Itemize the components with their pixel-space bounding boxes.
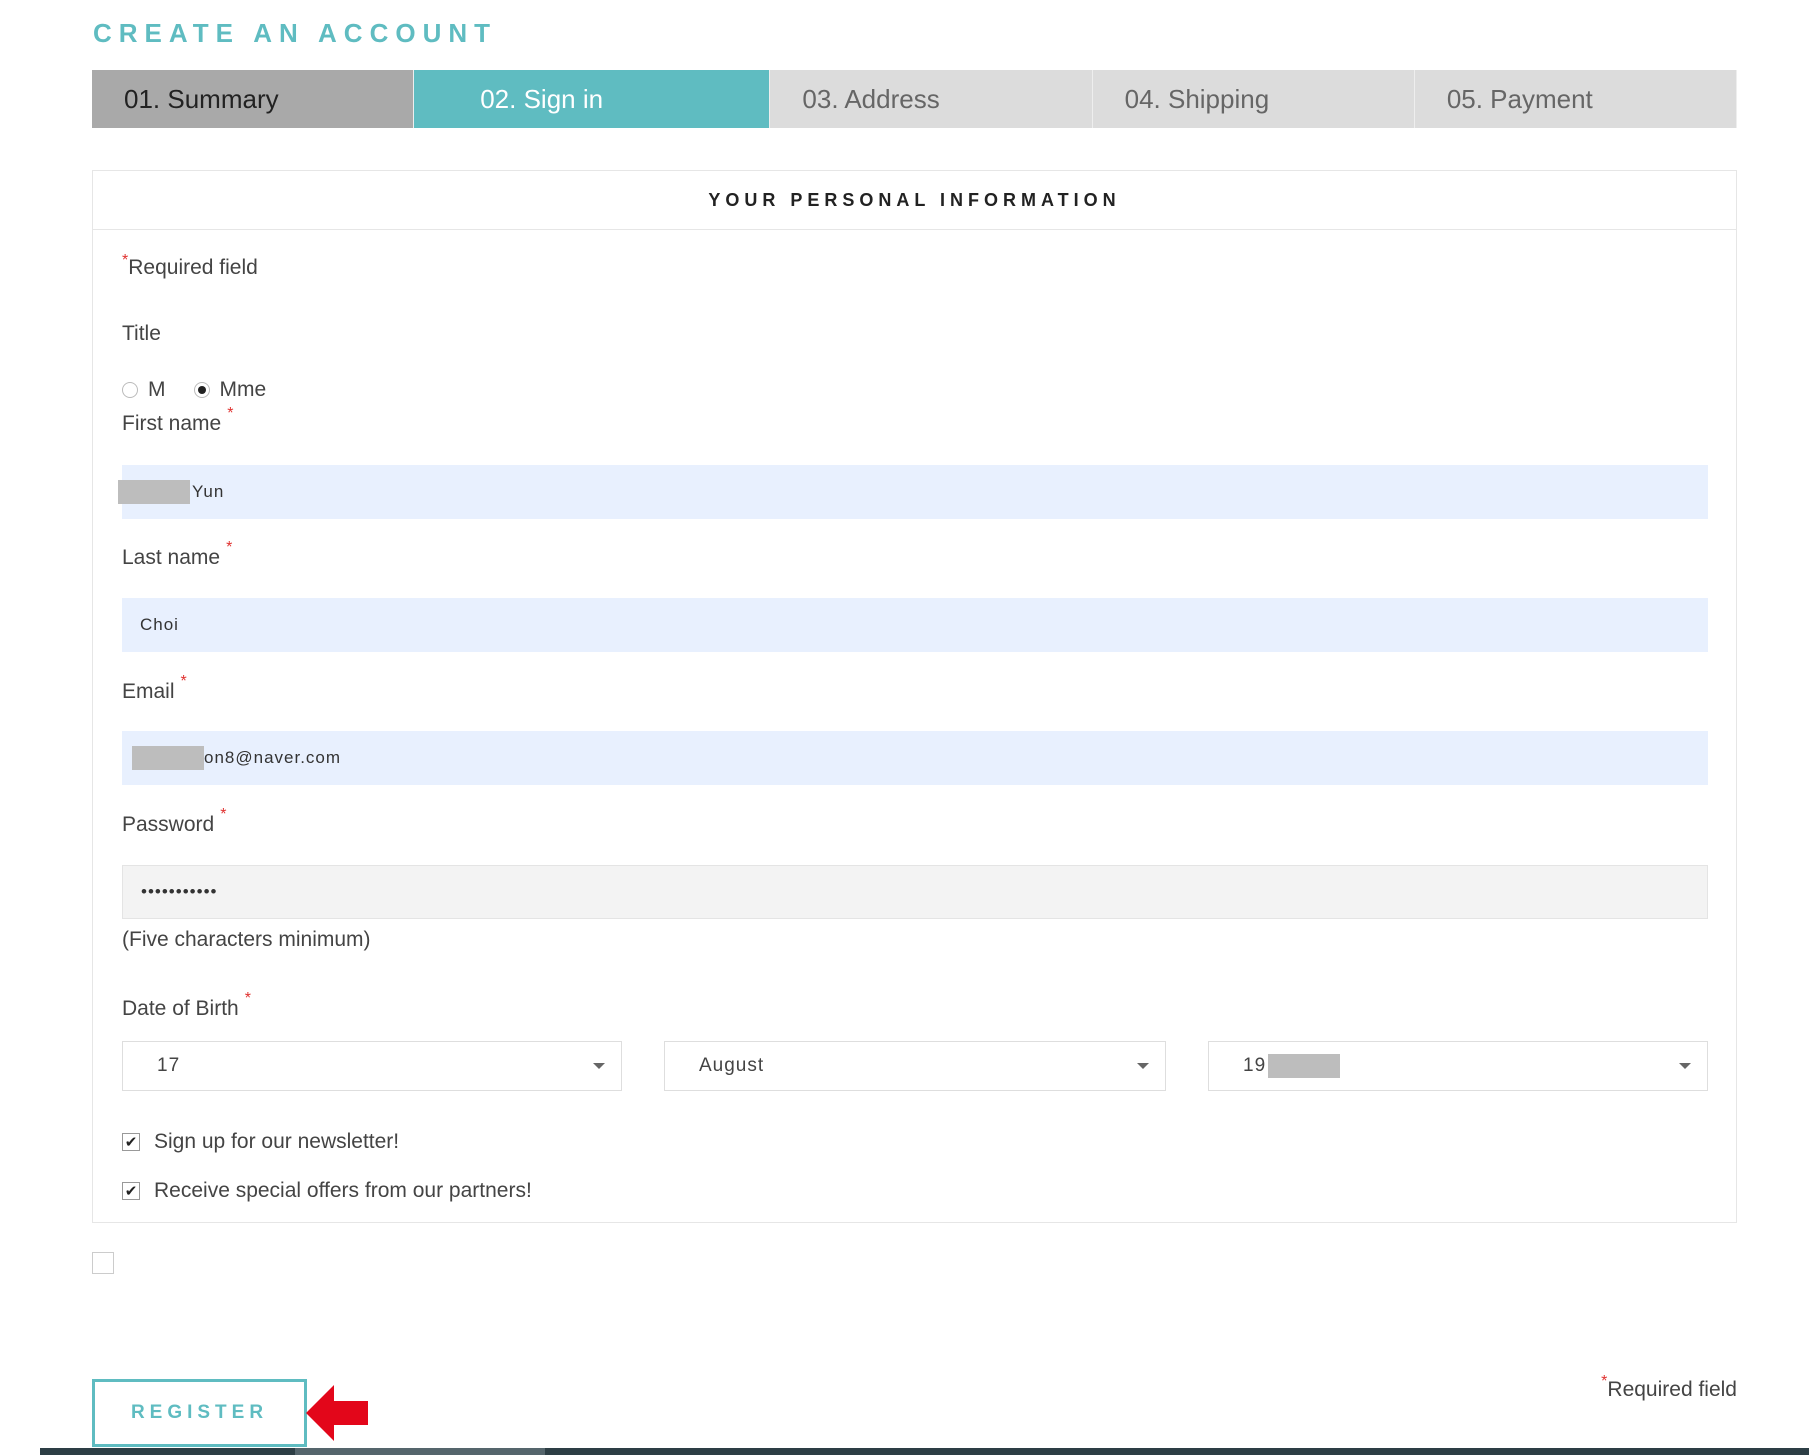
- required-star: *: [244, 990, 251, 1007]
- dob-label: Date of Birth *: [122, 990, 251, 1020]
- dob-month-select[interactable]: August: [664, 1041, 1166, 1091]
- first-name-field[interactable]: Yun: [118, 465, 1708, 519]
- step-shipping[interactable]: 04. Shipping: [1092, 70, 1415, 128]
- password-hint: (Five characters minimum): [122, 928, 371, 951]
- chevron-down-icon: [1137, 1063, 1149, 1069]
- page-title: CREATE AN ACCOUNT: [93, 18, 498, 48]
- newsletter-checkbox[interactable]: ✔: [122, 1133, 140, 1151]
- step-address[interactable]: 03. Address: [770, 70, 1093, 128]
- required-note-bottom: *Required field: [1601, 1373, 1737, 1401]
- required-note: *Required field: [122, 252, 258, 279]
- redaction-block: [118, 480, 190, 504]
- title-option-m-label: M: [148, 378, 166, 401]
- email-label: Email *: [122, 673, 187, 703]
- first-name-value: Yun: [192, 482, 225, 501]
- partners-checkbox[interactable]: ✔: [122, 1182, 140, 1200]
- arrow-left-icon: [306, 1385, 368, 1441]
- required-star: *: [226, 539, 233, 556]
- required-star: *: [122, 252, 129, 269]
- partners-row: ✔ Receive special offers from our partne…: [122, 1179, 532, 1203]
- required-star: *: [180, 673, 187, 690]
- password-value: •••••••••••: [141, 882, 218, 901]
- newsletter-row: ✔ Sign up for our newsletter!: [122, 1130, 399, 1154]
- last-name-label: Last name *: [122, 539, 233, 569]
- email-value: on8@naver.com: [204, 748, 342, 767]
- step-payment[interactable]: 05. Payment: [1414, 70, 1738, 128]
- dob-month-value: August: [699, 1055, 765, 1076]
- password-field[interactable]: •••••••••••: [122, 865, 1708, 919]
- partners-label: Receive special offers from our partners…: [154, 1179, 532, 1202]
- title-option-mme-label: Mme: [219, 378, 267, 401]
- required-star: *: [227, 405, 234, 422]
- register-button[interactable]: REGISTER: [92, 1379, 307, 1447]
- redaction-block: [1268, 1054, 1341, 1078]
- chevron-down-icon: [593, 1063, 605, 1069]
- dob-day-value: 17: [157, 1055, 181, 1076]
- dob-year-select[interactable]: 19: [1208, 1041, 1708, 1091]
- extra-checkbox[interactable]: [92, 1252, 114, 1274]
- redaction-block: [132, 746, 204, 770]
- dob-day-select[interactable]: 17: [122, 1041, 622, 1091]
- panel-heading: YOUR PERSONAL INFORMATION: [93, 171, 1736, 230]
- required-star: *: [1601, 1373, 1608, 1390]
- step-sign-in[interactable]: 02. Sign in: [414, 70, 771, 128]
- chevron-down-icon: [1679, 1063, 1691, 1069]
- dob-year-value: 19: [1243, 1055, 1267, 1076]
- title-options: M Mme: [122, 378, 266, 402]
- bottom-bar-segment: [295, 1448, 545, 1455]
- last-name-field[interactable]: Choi: [122, 598, 1708, 652]
- required-star: *: [220, 806, 227, 823]
- password-label: Password *: [122, 806, 227, 836]
- email-field[interactable]: on8@naver.com: [122, 731, 1708, 785]
- bottom-bar: [40, 1448, 1809, 1455]
- first-name-label: First name *: [122, 405, 234, 435]
- title-radio-mme[interactable]: [193, 382, 210, 398]
- title-radio-m[interactable]: [122, 382, 138, 398]
- title-label: Title: [122, 322, 161, 345]
- step-summary[interactable]: 01. Summary: [92, 70, 415, 128]
- checkout-steps: 01. Summary 02. Sign in 03. Address 04. …: [92, 70, 1738, 128]
- newsletter-label: Sign up for our newsletter!: [154, 1130, 400, 1153]
- last-name-value: Choi: [140, 615, 179, 634]
